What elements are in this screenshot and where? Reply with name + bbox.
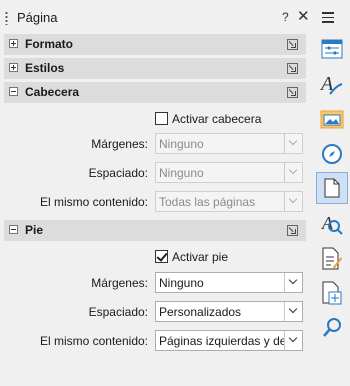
section-title: Estilos — [25, 61, 65, 75]
footer-spacing-select[interactable]: Personalizados — [155, 301, 303, 322]
select-value: Ninguno — [159, 276, 204, 290]
section-header-cabecera[interactable]: Cabecera — [4, 82, 306, 103]
activate-header-label: Activar cabecera — [172, 112, 262, 126]
chevron-down-icon[interactable] — [284, 331, 302, 350]
collapse-icon[interactable] — [9, 225, 18, 234]
section-title: Formato — [25, 37, 73, 51]
footer-same-content-select[interactable]: Páginas izquierdas y derechas — [155, 330, 303, 351]
chevron-down-icon[interactable] — [284, 192, 302, 211]
style-inspector-icon[interactable]: A — [316, 208, 348, 240]
section-header-estilos[interactable]: Estilos — [4, 58, 306, 79]
section-header-formato[interactable]: Formato — [4, 34, 306, 55]
section-header-pie[interactable]: Pie — [4, 220, 306, 241]
expand-icon[interactable] — [9, 39, 18, 48]
properties-icon[interactable] — [316, 33, 348, 65]
select-value: Personalizados — [159, 305, 242, 319]
more-options-icon[interactable] — [287, 39, 298, 50]
grip-handle-icon[interactable] — [5, 11, 8, 25]
section-title: Pie — [25, 223, 44, 237]
select-value: Páginas izquierdas y derechas — [159, 334, 285, 348]
sidebar-tab-bar: A A — [314, 0, 350, 386]
manage-changes-icon[interactable] — [316, 243, 348, 275]
header-spacing-label: Espaciado: — [88, 166, 148, 180]
footer-same-content-label: El mismo contenido: — [39, 334, 148, 348]
footer-spacing-label: Espaciado: — [88, 305, 148, 319]
find-icon[interactable] — [316, 312, 348, 344]
more-options-icon[interactable] — [287, 87, 298, 98]
more-options-icon[interactable] — [287, 225, 298, 236]
close-button[interactable]: ✕ — [297, 7, 310, 25]
chevron-down-icon[interactable] — [284, 302, 302, 321]
styles-icon[interactable]: A — [316, 68, 348, 100]
deck-title-bar: Página ? ✕ — [0, 6, 314, 30]
design-icon[interactable] — [316, 277, 348, 309]
footer-margins-label: Márgenes: — [91, 276, 148, 290]
more-options-icon[interactable] — [287, 63, 298, 74]
footer-margins-select[interactable]: Ninguno — [155, 272, 303, 293]
sidebar-deck: Página ? ✕ Formato Estilos Cabecera Acti… — [0, 0, 314, 386]
navigator-icon[interactable] — [316, 138, 348, 170]
select-value: Ninguno — [159, 137, 204, 151]
gallery-icon[interactable] — [316, 103, 348, 135]
header-spacing-select[interactable]: Ninguno — [155, 162, 303, 183]
section-title: Cabecera — [25, 85, 80, 99]
select-value: Ninguno — [159, 166, 204, 180]
expand-icon[interactable] — [9, 63, 18, 72]
activate-header-checkbox[interactable] — [155, 112, 168, 125]
header-same-content-select[interactable]: Todas las páginas — [155, 191, 303, 212]
header-margins-select[interactable]: Ninguno — [155, 133, 303, 154]
collapse-icon[interactable] — [9, 87, 18, 96]
select-value: Todas las páginas — [159, 195, 256, 209]
deck-title: Página — [17, 10, 58, 25]
menu-icon[interactable] — [322, 12, 334, 26]
header-margins-label: Márgenes: — [91, 137, 148, 151]
activate-footer-checkbox[interactable] — [155, 250, 168, 263]
chevron-down-icon[interactable] — [284, 273, 302, 292]
header-same-content-label: El mismo contenido: — [39, 195, 148, 209]
help-button[interactable]: ? — [282, 10, 289, 24]
activate-footer-label: Activar pie — [172, 250, 229, 264]
chevron-down-icon[interactable] — [284, 134, 302, 153]
page-icon[interactable] — [316, 172, 348, 204]
chevron-down-icon[interactable] — [284, 163, 302, 182]
